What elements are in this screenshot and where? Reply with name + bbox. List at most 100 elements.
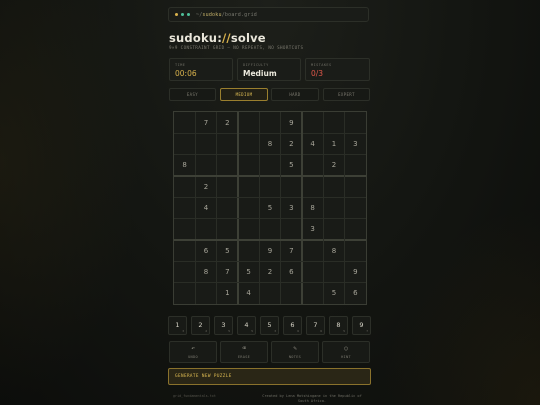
grid-cell[interactable]: 9 bbox=[345, 261, 366, 282]
grid-cell[interactable] bbox=[174, 240, 195, 261]
grid-cell[interactable] bbox=[174, 176, 195, 197]
grid-cell[interactable] bbox=[259, 219, 280, 240]
grid-cell[interactable]: 8 bbox=[174, 155, 195, 176]
difficulty-easy-button[interactable]: EASY bbox=[169, 88, 216, 101]
undo-button[interactable]: ↶ UNDO bbox=[169, 341, 217, 363]
grid-cell[interactable] bbox=[195, 155, 216, 176]
grid-cell[interactable] bbox=[238, 155, 259, 176]
grid-cell[interactable]: 5 bbox=[238, 261, 259, 282]
grid-cell[interactable]: 4 bbox=[238, 283, 259, 304]
grid-cell[interactable]: 8 bbox=[323, 240, 344, 261]
number-button-1[interactable]: 13 bbox=[168, 316, 187, 335]
grid-cell[interactable] bbox=[174, 219, 195, 240]
number-label: 9 bbox=[359, 321, 364, 329]
grid-cell[interactable]: 5 bbox=[259, 197, 280, 218]
grid-cell[interactable] bbox=[323, 261, 344, 282]
grid-cell[interactable]: 5 bbox=[323, 283, 344, 304]
grid-cell[interactable] bbox=[345, 219, 366, 240]
grid-cell[interactable] bbox=[302, 240, 323, 261]
grid-cell[interactable] bbox=[217, 176, 238, 197]
grid-cell[interactable]: 6 bbox=[195, 240, 216, 261]
grid-cell[interactable] bbox=[195, 283, 216, 304]
number-button-9[interactable]: 97 bbox=[352, 316, 371, 335]
grid-cell[interactable]: 2 bbox=[281, 133, 302, 154]
grid-cell[interactable] bbox=[238, 112, 259, 133]
number-button-5[interactable]: 53 bbox=[260, 316, 279, 335]
grid-cell[interactable] bbox=[345, 176, 366, 197]
grid-cell[interactable] bbox=[259, 112, 280, 133]
grid-cell[interactable]: 6 bbox=[345, 283, 366, 304]
grid-cell[interactable]: 4 bbox=[195, 197, 216, 218]
hint-button[interactable]: ○ HINT bbox=[322, 341, 370, 363]
difficulty-expert-button[interactable]: EXPERT bbox=[323, 88, 370, 101]
grid-cell[interactable] bbox=[345, 197, 366, 218]
grid-cell[interactable]: 9 bbox=[281, 112, 302, 133]
number-button-6[interactable]: 66 bbox=[283, 316, 302, 335]
grid-cell[interactable] bbox=[323, 219, 344, 240]
grid-cell[interactable]: 2 bbox=[323, 155, 344, 176]
grid-cell[interactable] bbox=[174, 283, 195, 304]
grid-cell[interactable] bbox=[217, 219, 238, 240]
grid-cell[interactable] bbox=[302, 112, 323, 133]
grid-cell[interactable] bbox=[217, 155, 238, 176]
grid-cell[interactable] bbox=[323, 112, 344, 133]
grid-cell[interactable] bbox=[174, 112, 195, 133]
grid-cell[interactable]: 8 bbox=[259, 133, 280, 154]
erase-button[interactable]: ⌫ ERASE bbox=[220, 341, 268, 363]
grid-cell[interactable] bbox=[281, 283, 302, 304]
grid-cell[interactable] bbox=[323, 197, 344, 218]
grid-cell[interactable] bbox=[302, 176, 323, 197]
grid-cell[interactable] bbox=[345, 155, 366, 176]
difficulty-hard-button[interactable]: HARD bbox=[271, 88, 319, 101]
grid-cell[interactable]: 6 bbox=[281, 261, 302, 282]
grid-cell[interactable] bbox=[195, 133, 216, 154]
grid-cell[interactable]: 2 bbox=[195, 176, 216, 197]
number-button-8[interactable]: 85 bbox=[329, 316, 348, 335]
grid-cell[interactable] bbox=[345, 112, 366, 133]
grid-cell[interactable] bbox=[302, 155, 323, 176]
grid-cell[interactable]: 5 bbox=[217, 240, 238, 261]
grid-cell[interactable]: 7 bbox=[281, 240, 302, 261]
grid-cell[interactable]: 8 bbox=[302, 197, 323, 218]
number-button-4[interactable]: 45 bbox=[237, 316, 256, 335]
grid-cell[interactable]: 3 bbox=[302, 219, 323, 240]
grid-cell[interactable]: 1 bbox=[323, 133, 344, 154]
number-button-3[interactable]: 35 bbox=[214, 316, 233, 335]
grid-cell[interactable] bbox=[238, 197, 259, 218]
grid-cell[interactable] bbox=[281, 176, 302, 197]
grid-cell[interactable] bbox=[259, 155, 280, 176]
grid-cell[interactable]: 2 bbox=[217, 112, 238, 133]
generate-puzzle-button[interactable]: GENERATE NEW PUZZLE bbox=[168, 368, 371, 385]
grid-cell[interactable] bbox=[195, 219, 216, 240]
grid-cell[interactable] bbox=[238, 176, 259, 197]
grid-cell[interactable]: 3 bbox=[345, 133, 366, 154]
grid-cell[interactable] bbox=[302, 283, 323, 304]
grid-cell[interactable] bbox=[174, 197, 195, 218]
grid-cell[interactable]: 2 bbox=[259, 261, 280, 282]
number-button-7[interactable]: 76 bbox=[306, 316, 325, 335]
grid-cell[interactable]: 4 bbox=[302, 133, 323, 154]
notes-button[interactable]: ✎ NOTES bbox=[271, 341, 319, 363]
grid-cell[interactable]: 7 bbox=[195, 112, 216, 133]
grid-cell[interactable] bbox=[174, 133, 195, 154]
grid-cell[interactable]: 1 bbox=[217, 283, 238, 304]
grid-cell[interactable] bbox=[238, 240, 259, 261]
grid-cell[interactable]: 5 bbox=[281, 155, 302, 176]
grid-cell[interactable]: 9 bbox=[259, 240, 280, 261]
grid-cell[interactable] bbox=[259, 283, 280, 304]
grid-cell[interactable] bbox=[259, 176, 280, 197]
grid-cell[interactable] bbox=[217, 133, 238, 154]
grid-cell[interactable] bbox=[238, 133, 259, 154]
grid-cell[interactable]: 8 bbox=[195, 261, 216, 282]
grid-cell[interactable] bbox=[302, 261, 323, 282]
grid-cell[interactable] bbox=[174, 261, 195, 282]
number-button-2[interactable]: 22 bbox=[191, 316, 210, 335]
grid-cell[interactable] bbox=[238, 219, 259, 240]
grid-cell[interactable] bbox=[345, 240, 366, 261]
grid-cell[interactable] bbox=[323, 176, 344, 197]
difficulty-medium-button[interactable]: MEDIUM bbox=[220, 88, 268, 101]
grid-cell[interactable] bbox=[217, 197, 238, 218]
grid-cell[interactable]: 3 bbox=[281, 197, 302, 218]
grid-cell[interactable] bbox=[281, 219, 302, 240]
grid-cell[interactable]: 7 bbox=[217, 261, 238, 282]
